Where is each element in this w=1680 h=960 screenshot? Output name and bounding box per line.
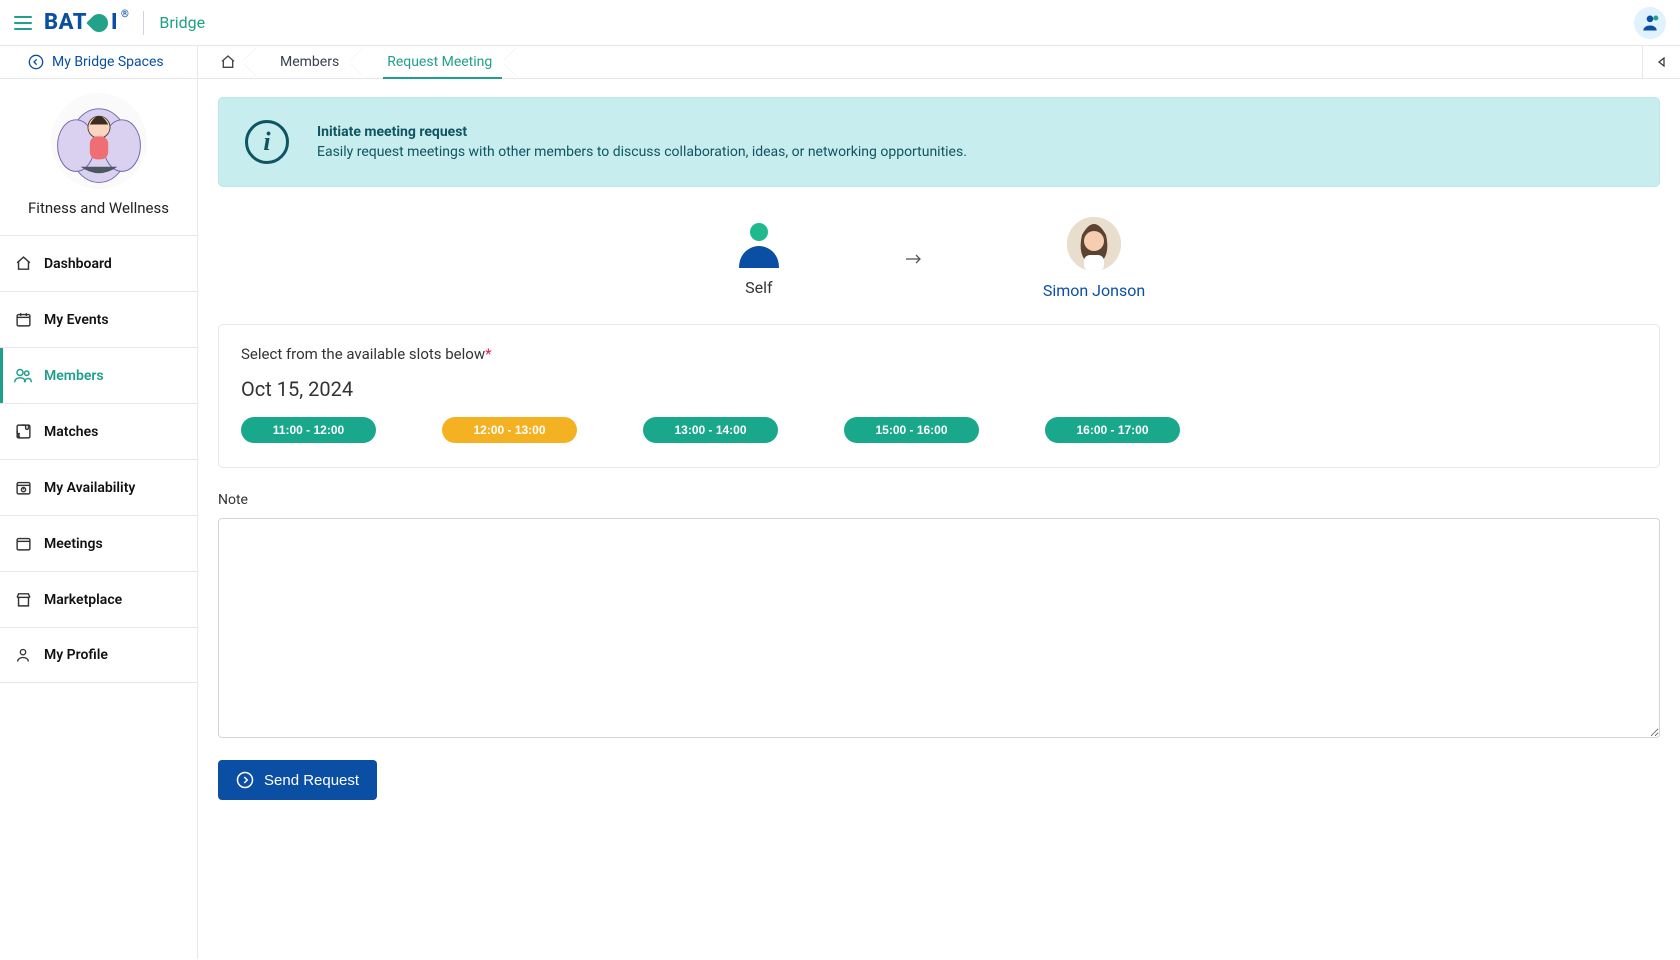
home-icon: [220, 54, 236, 70]
back-label: My Bridge Spaces: [52, 54, 164, 70]
hamburger-icon[interactable]: [14, 16, 32, 30]
sidebar-item-label: My Profile: [44, 647, 108, 663]
sidebar-item-my-events[interactable]: My Events: [0, 291, 197, 347]
space-avatar: [51, 93, 147, 189]
brand-leaf-icon: [86, 10, 111, 35]
breadcrumb-home[interactable]: [206, 46, 256, 78]
sidebar-item-my-profile[interactable]: My Profile: [0, 627, 197, 683]
brand-divider: [143, 11, 144, 35]
slot-row: 11:00 - 12:00 12:00 - 13:00 13:00 - 14:00 1…: [241, 417, 1637, 443]
breadcrumb: Members Request Meeting: [198, 46, 516, 78]
participant-self-label: Self: [745, 278, 772, 297]
triangle-left-icon: [1657, 57, 1667, 67]
meditation-icon: [53, 95, 145, 187]
participants-row: Self Simon Jonson: [218, 187, 1660, 324]
participant-recipient[interactable]: Simon Jonson: [1043, 217, 1145, 300]
space-name: Fitness and Wellness: [28, 199, 169, 217]
breadcrumb-members[interactable]: Members: [256, 46, 363, 78]
info-banner-title: Initiate meeting request: [317, 124, 967, 140]
subheader: My Bridge Spaces Members Request Meeting: [0, 46, 1680, 79]
slot-chip[interactable]: 15:00 - 16:00: [844, 417, 979, 443]
sidebar-item-label: Members: [44, 368, 104, 384]
send-circle-arrow-icon: [236, 771, 254, 789]
recipient-avatar: [1067, 217, 1121, 271]
slots-title: Select from the available slots below*: [241, 345, 1637, 363]
sidebar-item-availability[interactable]: My Availability: [0, 459, 197, 515]
person-icon: [14, 647, 32, 664]
calendar-icon: [14, 311, 32, 328]
slots-date: Oct 15, 2024: [241, 377, 1637, 401]
collapse-panel-button[interactable]: [1642, 46, 1680, 78]
recipient-name: Simon Jonson: [1043, 281, 1145, 300]
back-icon: [28, 54, 44, 70]
brand-text-left: BAT: [44, 10, 87, 35]
users-icon: [14, 367, 32, 384]
sidebar-item-label: Dashboard: [44, 256, 112, 272]
send-request-label: Send Request: [264, 772, 359, 789]
sidebar-item-marketplace[interactable]: Marketplace: [0, 571, 197, 627]
sidebar-item-label: My Events: [44, 312, 109, 328]
sidebar-item-label: Marketplace: [44, 592, 122, 608]
main-content: i Initiate meeting request Easily reques…: [198, 79, 1680, 959]
info-banner: i Initiate meeting request Easily reques…: [218, 97, 1660, 187]
shop-icon: [14, 591, 32, 608]
arrow-right-icon: [905, 253, 923, 265]
note-input[interactable]: [218, 518, 1660, 738]
sidebar-item-label: My Availability: [44, 480, 135, 496]
back-to-spaces-link[interactable]: My Bridge Spaces: [0, 46, 198, 78]
slot-chip[interactable]: 16:00 - 17:00: [1045, 417, 1180, 443]
slot-chip[interactable]: 12:00 - 13:00: [442, 417, 577, 443]
topbar: BAT I ® Bridge: [0, 0, 1680, 46]
calendar2-icon: [14, 535, 32, 552]
sidebar-item-matches[interactable]: Matches: [0, 403, 197, 459]
user-menu-button[interactable]: [1634, 7, 1666, 39]
note-section: Note: [218, 492, 1660, 742]
sidebar-item-meetings[interactable]: Meetings: [0, 515, 197, 571]
self-avatar: [733, 220, 785, 268]
required-indicator: *: [485, 345, 491, 363]
home-icon: [14, 255, 32, 272]
user-icon: [1640, 13, 1660, 33]
participant-self: Self: [733, 220, 785, 297]
brand-logo[interactable]: BAT I ®: [44, 10, 128, 35]
note-label: Note: [218, 492, 1660, 508]
slots-card: Select from the available slots below* O…: [218, 324, 1660, 468]
clock-icon: [14, 479, 32, 496]
sidebar-item-dashboard[interactable]: Dashboard: [0, 235, 197, 291]
breadcrumb-request-meeting[interactable]: Request Meeting: [363, 46, 516, 78]
puzzle-icon: [14, 423, 32, 440]
sidebar-item-members[interactable]: Members: [0, 347, 197, 403]
brand-reg-mark: ®: [121, 9, 129, 20]
slot-chip[interactable]: 11:00 - 12:00: [241, 417, 376, 443]
space-card: Fitness and Wellness: [0, 79, 197, 235]
send-request-button[interactable]: Send Request: [218, 760, 377, 800]
app-name[interactable]: Bridge: [159, 13, 205, 32]
sidebar-item-label: Matches: [44, 424, 98, 440]
sidebar: Fitness and Wellness Dashboard My Events M…: [0, 79, 198, 959]
breadcrumb-members-label: Members: [280, 54, 339, 70]
info-banner-description: Easily request meetings with other membe…: [317, 144, 967, 160]
slot-chip[interactable]: 13:00 - 14:00: [643, 417, 778, 443]
breadcrumb-request-meeting-label: Request Meeting: [387, 54, 492, 70]
sidebar-item-label: Meetings: [44, 536, 103, 552]
brand-text-right: I: [111, 10, 118, 35]
info-icon: i: [245, 120, 289, 164]
